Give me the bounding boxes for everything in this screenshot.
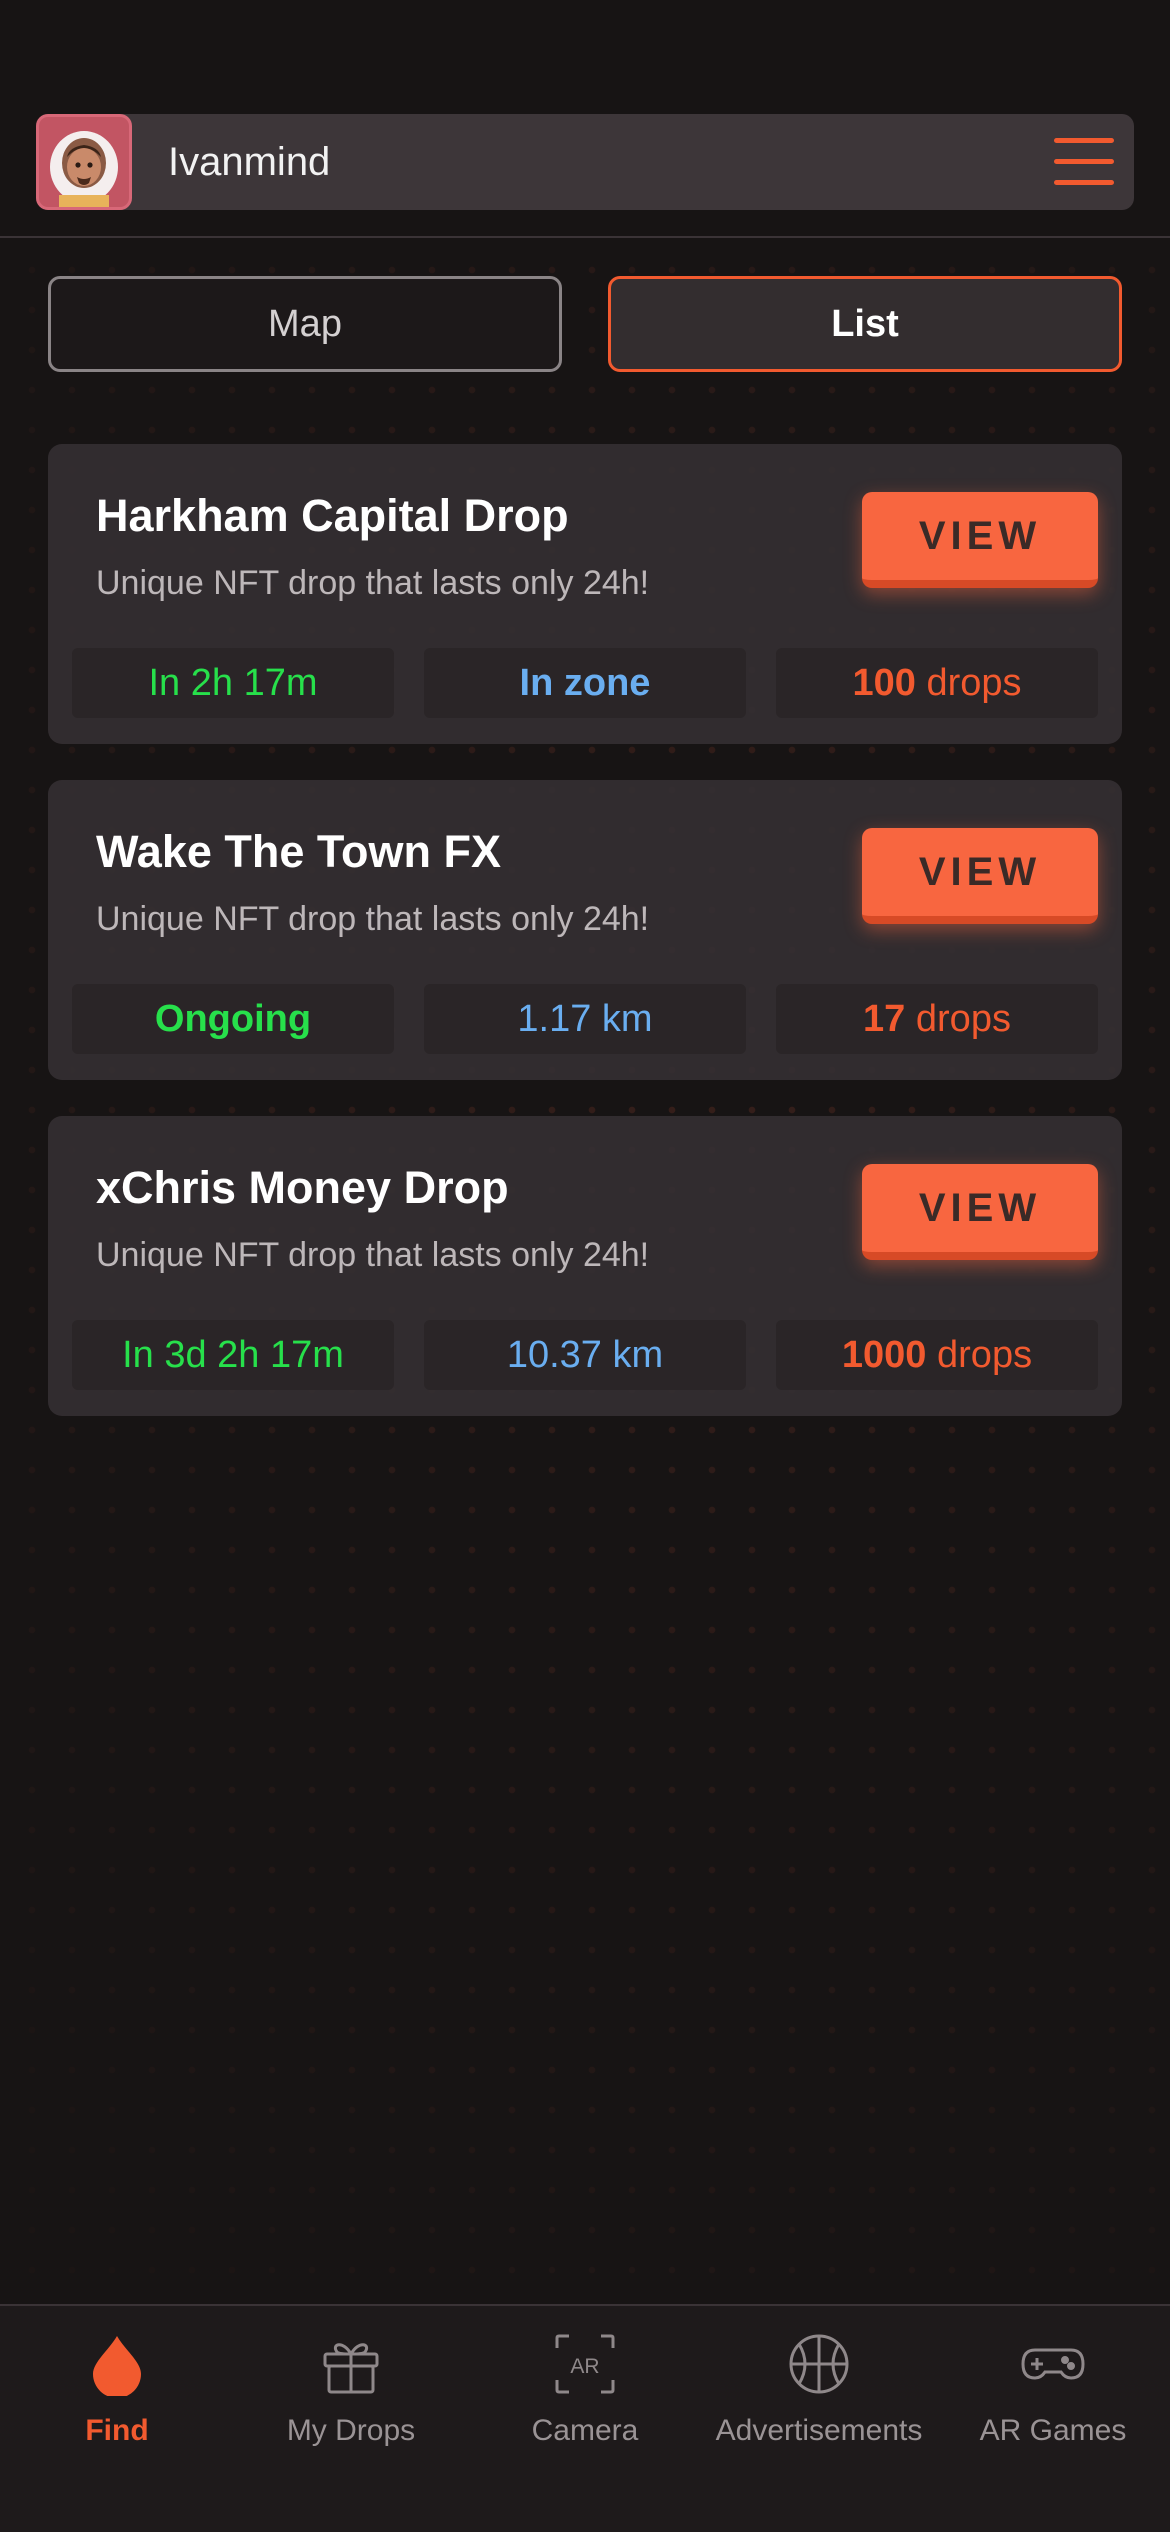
map-toggle-button[interactable]: Map — [48, 276, 562, 372]
tab-my-drops[interactable]: My Drops — [234, 2306, 468, 2532]
drop-distance: 1.17 km — [424, 984, 746, 1054]
drop-count: 17 drops — [776, 984, 1098, 1054]
gift-icon — [323, 2343, 379, 2394]
view-button[interactable]: VIEW — [862, 828, 1098, 924]
tab-label: AR Games — [979, 2414, 1127, 2447]
drop-time: In 2h 17m — [72, 648, 394, 718]
drop-count-unit: drops — [937, 1333, 1033, 1376]
view-button[interactable]: VIEW — [862, 1164, 1098, 1260]
gamepad-icon — [1021, 2348, 1085, 2380]
drop-subtitle: Unique NFT drop that lasts only 24h! — [96, 564, 650, 602]
profile-header: Ivanmind — [36, 114, 1134, 210]
avatar[interactable] — [36, 114, 132, 210]
tab-label: Advertisements — [715, 2414, 923, 2447]
list-toggle-button[interactable]: List — [608, 276, 1122, 372]
hamburger-menu-icon[interactable] — [1054, 136, 1114, 188]
username: Ivanmind — [168, 140, 331, 184]
drop-count-unit: drops — [915, 997, 1011, 1040]
drop-count: 100 drops — [776, 648, 1098, 718]
drop-title: Wake The Town FX — [96, 826, 502, 877]
drop-distance: In zone — [424, 648, 746, 718]
drop-subtitle: Unique NFT drop that lasts only 24h! — [96, 1236, 650, 1274]
drop-distance: 10.37 km — [424, 1320, 746, 1390]
drop-count-value: 100 — [852, 661, 916, 704]
tab-label: Find — [85, 2414, 149, 2447]
tab-find[interactable]: Find — [0, 2306, 234, 2532]
drop-count-value: 17 — [863, 997, 906, 1040]
astronaut-avatar-icon — [50, 131, 118, 207]
drop-icon — [93, 2336, 141, 2396]
tab-advertisements[interactable]: Advertisements — [702, 2306, 936, 2532]
tab-label: My Drops — [286, 2414, 416, 2447]
drop-title: xChris Money Drop — [96, 1162, 509, 1213]
drop-count: 1000 drops — [776, 1320, 1098, 1390]
drop-subtitle: Unique NFT drop that lasts only 24h! — [96, 900, 650, 938]
drop-title: Harkham Capital Drop — [96, 490, 569, 541]
drop-card[interactable]: xChris Money Drop Unique NFT drop that l… — [48, 1116, 1122, 1416]
header-divider — [0, 236, 1170, 238]
drop-count-unit: drops — [926, 661, 1022, 704]
drop-count-value: 1000 — [841, 1333, 927, 1376]
drop-time: Ongoing — [72, 984, 394, 1054]
tab-label: Camera — [531, 2414, 639, 2447]
view-button[interactable]: VIEW — [862, 492, 1098, 588]
tab-camera[interactable]: AR Camera — [468, 2306, 702, 2532]
svg-text:AR: AR — [570, 2355, 599, 2378]
ar-camera-icon: AR — [555, 2334, 615, 2394]
drop-card[interactable]: Wake The Town FX Unique NFT drop that la… — [48, 780, 1122, 1080]
drop-card[interactable]: Harkham Capital Drop Unique NFT drop tha… — [48, 444, 1122, 744]
drop-time: In 3d 2h 17m — [72, 1320, 394, 1390]
tab-ar-games[interactable]: AR Games — [936, 2306, 1170, 2532]
bottom-tab-bar: Find My Drops AR Camera Advertisements A… — [0, 2304, 1170, 2532]
basketball-icon — [789, 2334, 849, 2394]
